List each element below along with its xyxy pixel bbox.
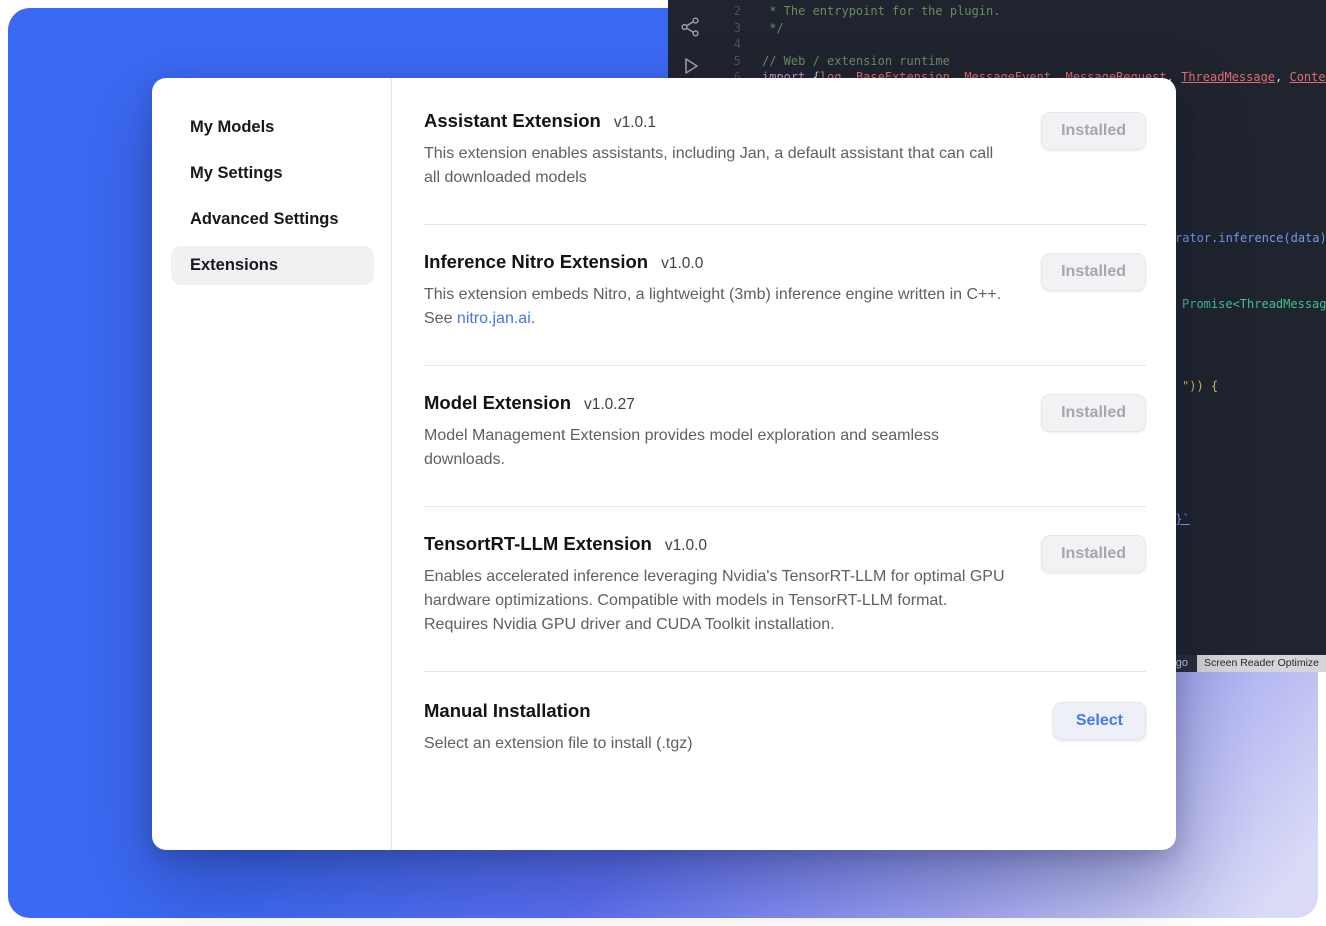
select-file-button[interactable]: Select <box>1053 702 1146 740</box>
extension-description: Model Management Extension provides mode… <box>424 424 1009 472</box>
extension-description: This extension embeds Nitro, a lightweig… <box>424 283 1009 331</box>
installed-button[interactable]: Installed <box>1041 253 1146 291</box>
nitro-jan-ai-link[interactable]: nitro.jan.ai <box>457 310 531 327</box>
code-line: 2 * The entrypoint for the plugin. <box>668 3 1326 20</box>
code-line: 4 <box>668 36 1326 53</box>
manual-installation-description: Select an extension file to install (.tg… <box>424 732 1009 756</box>
extension-title-line: TensortRT-LLM Extension v1.0.0 <box>424 533 1013 555</box>
installed-button[interactable]: Installed <box>1041 394 1146 432</box>
extension-row-tensorrt: TensortRT-LLM Extension v1.0.0 Enables a… <box>424 507 1146 672</box>
extension-title-line: Model Extension v1.0.27 <box>424 392 1013 414</box>
extension-row-assistant: Assistant Extension v1.0.1 This extensio… <box>424 78 1146 225</box>
extension-title: Inference Nitro Extension <box>424 251 648 273</box>
line-number: 5 <box>668 53 741 70</box>
extension-title-line: Inference Nitro Extension v1.0.0 <box>424 251 1013 273</box>
screen-reader-chip[interactable]: Screen Reader Optimize <box>1197 655 1326 672</box>
extension-version: v1.0.0 <box>661 255 703 273</box>
code-fragment: Promise<ThreadMessage> <box>1182 296 1326 313</box>
extension-info: Model Extension v1.0.27 Model Management… <box>424 392 1041 472</box>
code-token: ThreadMessage <box>1181 70 1275 84</box>
extension-version: v1.0.0 <box>665 537 707 555</box>
code-fragment: rator.inference(data)); <box>1175 230 1326 247</box>
sidebar-item-my-models[interactable]: My Models <box>171 108 374 147</box>
extension-info: Inference Nitro Extension v1.0.0 This ex… <box>424 251 1041 331</box>
code-text: * The entrypoint for the plugin. <box>762 3 1000 20</box>
extension-info: Assistant Extension v1.0.1 This extensio… <box>424 110 1041 190</box>
extension-description: This extension enables assistants, inclu… <box>424 142 1009 190</box>
code-line: 3 */ <box>668 20 1326 37</box>
installed-button[interactable]: Installed <box>1041 112 1146 150</box>
code-fragment: ")) { <box>1182 378 1218 395</box>
line-number: 4 <box>668 36 741 53</box>
code-area: 2 * The entrypoint for the plugin. 3 */ … <box>668 3 1326 86</box>
desktop: 2 * The entrypoint for the plugin. 3 */ … <box>0 0 1326 926</box>
extension-title: Model Extension <box>424 392 571 414</box>
installed-button[interactable]: Installed <box>1041 535 1146 573</box>
line-number: 2 <box>668 3 741 20</box>
extension-info: Manual Installation Select an extension … <box>424 700 1053 756</box>
code-text: */ <box>762 20 784 37</box>
code-token: , <box>1275 70 1289 84</box>
settings-sidebar: My Models My Settings Advanced Settings … <box>152 78 392 850</box>
extension-row-nitro: Inference Nitro Extension v1.0.0 This ex… <box>424 225 1146 366</box>
extension-description: Enables accelerated inference leveraging… <box>424 565 1009 637</box>
extension-title-line: Manual Installation <box>424 700 1025 722</box>
code-text: // Web / extension runtime <box>762 53 950 70</box>
extension-version: v1.0.27 <box>584 396 635 414</box>
status-text: go <box>1176 655 1188 672</box>
settings-modal: My Models My Settings Advanced Settings … <box>152 78 1176 850</box>
extension-info: TensortRT-LLM Extension v1.0.0 Enables a… <box>424 533 1041 637</box>
line-number: 3 <box>668 20 741 37</box>
code-token: ContentType <box>1289 70 1326 84</box>
extension-title: Assistant Extension <box>424 110 601 132</box>
manual-installation-row: Manual Installation Select an extension … <box>424 672 1146 790</box>
sidebar-item-my-settings[interactable]: My Settings <box>171 154 374 193</box>
sidebar-item-extensions[interactable]: Extensions <box>171 246 374 285</box>
sidebar-item-advanced-settings[interactable]: Advanced Settings <box>171 200 374 239</box>
code-line: 5 // Web / extension runtime <box>668 53 1326 70</box>
extensions-list: Assistant Extension v1.0.1 This extensio… <box>392 78 1176 850</box>
extension-row-model: Model Extension v1.0.27 Model Management… <box>424 366 1146 507</box>
description-text: . <box>531 310 535 327</box>
manual-installation-title: Manual Installation <box>424 700 591 722</box>
extension-version: v1.0.1 <box>614 114 656 132</box>
extension-title: TensortRT-LLM Extension <box>424 533 652 555</box>
extension-title-line: Assistant Extension v1.0.1 <box>424 110 1013 132</box>
